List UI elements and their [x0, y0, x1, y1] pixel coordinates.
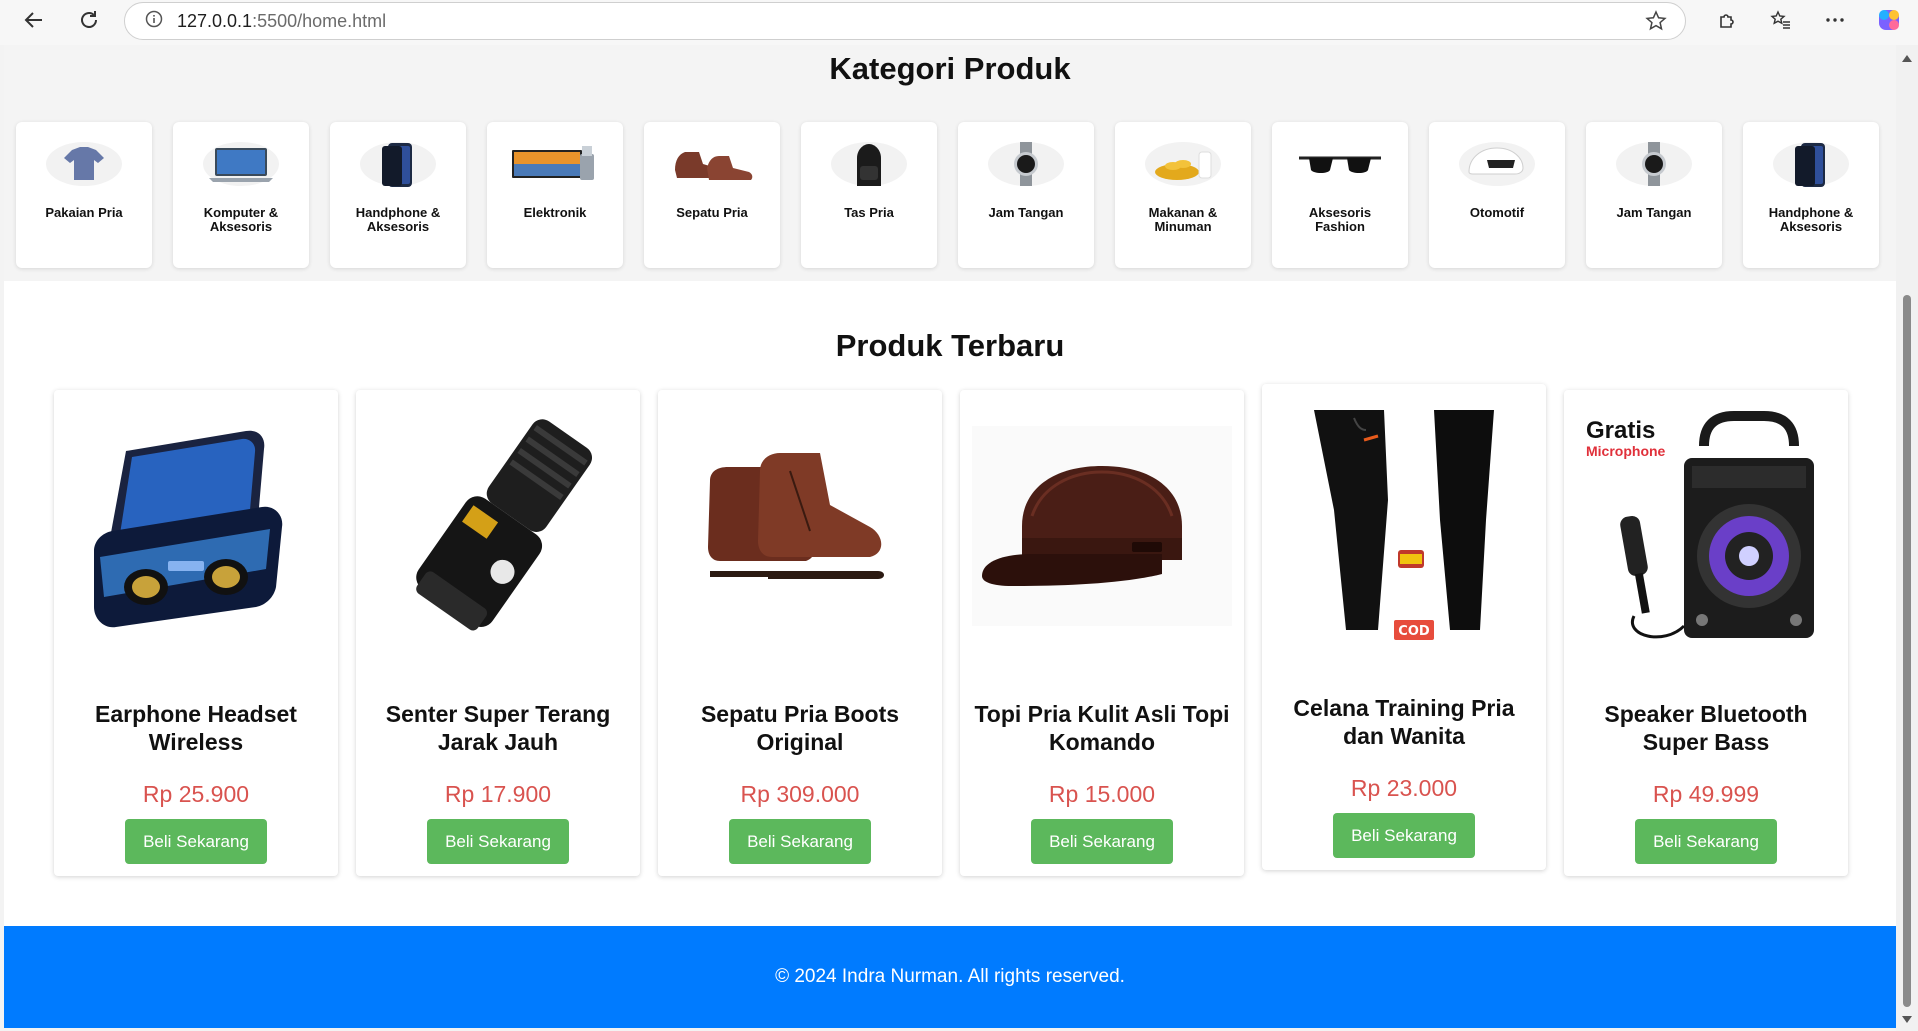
- category-label: Makanan & Minuman: [1148, 205, 1218, 234]
- pants-image: COD: [1282, 400, 1526, 640]
- buy-now-button[interactable]: Beli Sekarang: [125, 819, 267, 864]
- microphone-label: Microphone: [1586, 443, 1666, 459]
- phone-icon: [353, 140, 443, 188]
- back-arrow-icon[interactable]: [19, 5, 49, 35]
- category-label: Handphone & Aksesoris: [1768, 205, 1854, 234]
- earphone-image: [74, 406, 318, 646]
- scroll-up-arrow-icon[interactable]: [1902, 55, 1912, 62]
- buy-now-button[interactable]: Beli Sekarang: [1333, 813, 1475, 858]
- category-label: Handphone & Aksesoris: [355, 205, 441, 234]
- boots-image: [678, 406, 922, 646]
- product-name: Senter Super Terang Jarak Jauh: [385, 701, 611, 755]
- page-scrollbar[interactable]: [1896, 45, 1918, 1031]
- backpack-icon: [824, 140, 914, 188]
- sunglasses-icon: [1295, 140, 1385, 188]
- product-card[interactable]: Earphone Headset Wireless Rp 25.900 Beli…: [54, 390, 338, 876]
- category-card-handphone[interactable]: Handphone & Aksesoris: [330, 122, 466, 268]
- reload-icon[interactable]: [74, 5, 104, 35]
- category-card-jam-tangan-2[interactable]: Jam Tangan: [1586, 122, 1722, 268]
- gratis-label: Gratis: [1586, 417, 1655, 444]
- watch-icon: [981, 140, 1071, 188]
- url-host: 127.0.0.1: [177, 10, 253, 31]
- footer-copyright: © 2024 Indra Nurman. All rights reserved…: [775, 966, 1125, 987]
- product-price: Rp 309.000: [740, 781, 860, 807]
- category-title: Kategori Produk: [829, 51, 1071, 86]
- category-label: Jam Tangan: [1616, 205, 1692, 220]
- shirt-icon: [39, 140, 129, 188]
- category-card-tas[interactable]: Tas Pria: [801, 122, 937, 268]
- category-card-elektronik[interactable]: Elektronik: [487, 122, 623, 268]
- page-viewport: Kategori Produk Pakaian Pria Komputer & …: [4, 45, 1896, 1028]
- product-card[interactable]: Sepatu Pria Boots Original Rp 309.000 Be…: [658, 390, 942, 876]
- product-list: Earphone Headset Wireless Rp 25.900 Beli…: [54, 384, 1848, 876]
- copilot-icon[interactable]: [1874, 5, 1904, 35]
- category-label: Jam Tangan: [988, 205, 1064, 220]
- products-title: Produk Terbaru: [835, 328, 1065, 363]
- laptop-icon: [196, 140, 286, 188]
- category-section: Kategori Produk Pakaian Pria Komputer & …: [4, 45, 1896, 281]
- category-card-makanan[interactable]: Makanan & Minuman: [1115, 122, 1251, 268]
- cap-image: [970, 406, 1234, 646]
- scroll-down-arrow-icon[interactable]: [1902, 1016, 1912, 1023]
- product-name: Earphone Headset Wireless: [95, 701, 297, 755]
- category-card-sepatu[interactable]: Sepatu Pria: [644, 122, 780, 268]
- favorite-star-icon[interactable]: [1645, 10, 1667, 37]
- svg-text:COD: COD: [1398, 624, 1430, 639]
- buy-now-button[interactable]: Beli Sekarang: [1635, 819, 1777, 864]
- phone-icon: [1766, 140, 1856, 188]
- flashlight-image: [376, 406, 620, 646]
- product-name: Celana Training Pria dan Wanita: [1293, 695, 1515, 749]
- product-card[interactable]: Senter Super Terang Jarak Jauh Rp 17.900…: [356, 390, 640, 876]
- category-label: Tas Pria: [844, 205, 894, 220]
- product-name: Speaker Bluetooth Super Bass: [1604, 701, 1808, 755]
- product-price: Rp 49.999: [1652, 781, 1760, 807]
- more-menu-icon[interactable]: [1820, 5, 1850, 35]
- extensions-icon[interactable]: [1712, 5, 1742, 35]
- info-icon[interactable]: [145, 10, 163, 33]
- category-label: Komputer & Aksesoris: [203, 205, 279, 234]
- category-list: Pakaian Pria Komputer & Aksesoris Handph…: [16, 122, 1879, 268]
- browser-toolbar: 127.0.0.1:5500/home.html: [0, 0, 1918, 45]
- food-icon: [1138, 140, 1228, 188]
- product-price: Rp 23.000: [1350, 775, 1458, 801]
- buy-now-button[interactable]: Beli Sekarang: [1031, 819, 1173, 864]
- buy-now-button[interactable]: Beli Sekarang: [427, 819, 569, 864]
- category-label: Pakaian Pria: [45, 205, 123, 220]
- watch-icon: [1609, 140, 1699, 188]
- category-card-komputer[interactable]: Komputer & Aksesoris: [173, 122, 309, 268]
- product-card[interactable]: Topi Pria Kulit Asli Topi Komando Rp 15.…: [960, 390, 1244, 876]
- category-card-handphone-2[interactable]: Handphone & Aksesoris: [1743, 122, 1879, 268]
- footer: © 2024 Indra Nurman. All rights reserved…: [4, 926, 1896, 1028]
- favorites-list-icon[interactable]: [1766, 5, 1796, 35]
- category-card-aksesoris-fashion[interactable]: Aksesoris Fashion: [1272, 122, 1408, 268]
- category-label: Sepatu Pria: [676, 205, 748, 220]
- speaker-image: Gratis Microphone: [1584, 406, 1828, 646]
- category-card-otomotif[interactable]: Otomotif: [1429, 122, 1565, 268]
- product-price: Rp 17.900: [444, 781, 552, 807]
- product-name: Sepatu Pria Boots Original: [700, 701, 900, 755]
- product-price: Rp 15.000: [1048, 781, 1156, 807]
- shoe-icon: [667, 140, 757, 188]
- product-price: Rp 25.900: [142, 781, 250, 807]
- category-card-pakaian-pria[interactable]: Pakaian Pria: [16, 122, 152, 268]
- product-card[interactable]: Gratis Microphone Speaker Bluetooth Supe…: [1564, 390, 1848, 876]
- url-path: :5500/home.html: [252, 10, 387, 31]
- buy-now-button[interactable]: Beli Sekarang: [729, 819, 871, 864]
- category-card-jam-tangan[interactable]: Jam Tangan: [958, 122, 1094, 268]
- category-label: Elektronik: [523, 205, 587, 220]
- product-name: Topi Pria Kulit Asli Topi Komando: [974, 701, 1230, 755]
- helmet-icon: [1452, 140, 1542, 188]
- tv-icon: [510, 140, 600, 188]
- category-label: Otomotif: [1469, 205, 1525, 220]
- scroll-thumb[interactable]: [1903, 295, 1911, 1007]
- address-bar[interactable]: 127.0.0.1:5500/home.html: [124, 2, 1686, 40]
- product-card[interactable]: COD Celana Training Pria dan Wanita Rp 2…: [1262, 384, 1546, 870]
- category-label: Aksesoris Fashion: [1308, 205, 1372, 234]
